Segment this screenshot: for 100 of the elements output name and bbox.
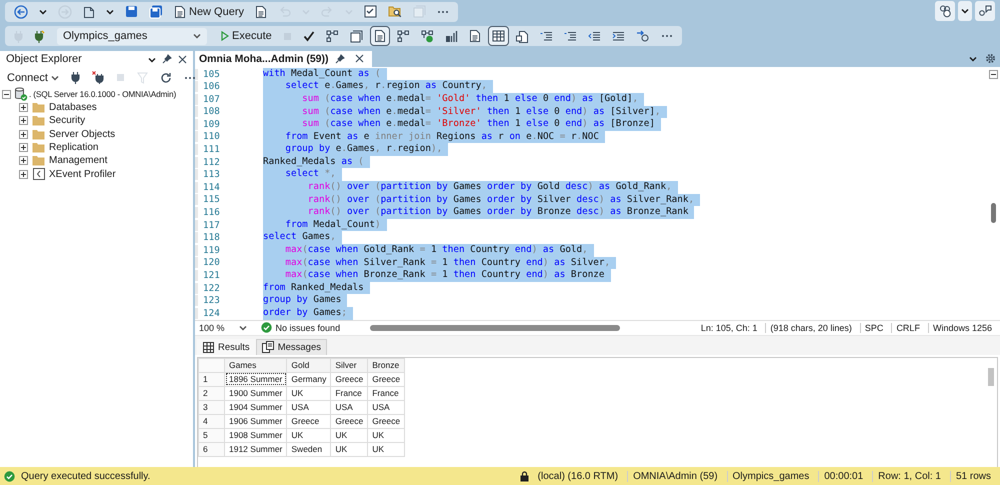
status-field: CRLF — [891, 322, 924, 333]
new-query-button[interactable]: New Query — [171, 2, 248, 21]
lock-icon — [520, 470, 529, 482]
table-cell: France — [368, 386, 405, 400]
status-field: 00:00:01 — [818, 470, 868, 482]
line-number: 120 — [195, 257, 234, 268]
plug-icon — [34, 30, 45, 43]
results-tab[interactable]: Messages — [256, 338, 327, 355]
stop-icon — [116, 73, 125, 82]
save-icon — [125, 5, 138, 18]
document-icon — [255, 4, 268, 19]
line-number: 105 — [195, 68, 234, 80]
tree-item[interactable]: XEvent Profiler — [47, 168, 116, 180]
line-number: 113 — [195, 169, 234, 180]
status-field: (local) (16.0 RTM) — [532, 470, 624, 482]
collapse-icon[interactable] — [2, 90, 11, 99]
folder-icon — [32, 102, 45, 114]
line-number: 109 — [195, 118, 234, 130]
status-field: OMNIA\Admin (59) — [627, 470, 723, 482]
table-cell: 1896 Summer — [224, 372, 287, 386]
table-cell: UK — [368, 428, 405, 442]
caret-icon — [106, 8, 114, 16]
line-number: 106 — [195, 81, 234, 92]
filter-icon — [136, 72, 148, 84]
disconnect-icon — [92, 71, 104, 84]
scrollbar-thumb[interactable] — [370, 324, 620, 331]
settings-icon — [985, 53, 996, 64]
success-icon — [4, 470, 15, 482]
dropdown-button[interactable] — [958, 0, 972, 21]
column-header[interactable]: Gold — [286, 358, 331, 372]
lines-icon — [540, 30, 553, 42]
row-number: 6 — [198, 442, 224, 456]
arrow-icon — [636, 30, 650, 42]
status-field: Olympics_games — [726, 470, 814, 482]
tree-item[interactable]: . (SQL Server 16.0.1000 - OMNIA\Admin) — [28, 89, 176, 100]
folder-icon — [32, 142, 45, 154]
expand-icon[interactable] — [19, 103, 28, 112]
status-field: SPC — [860, 322, 888, 333]
table-cell: 1900 Summer — [224, 386, 287, 400]
line-number: 115 — [195, 194, 234, 206]
line-number: 117 — [195, 220, 234, 231]
folder-icon — [32, 128, 45, 140]
tree-item[interactable]: Replication — [47, 142, 98, 154]
table-cell: 1904 Summer — [224, 400, 287, 414]
close-icon — [178, 54, 187, 64]
toolbar-button[interactable] — [935, 0, 955, 21]
document-icon — [174, 4, 186, 19]
tree-item[interactable]: Security — [47, 115, 86, 126]
caret-icon — [50, 74, 59, 82]
diagram-icon — [420, 30, 434, 43]
table-cell: USA — [286, 400, 331, 414]
column-header[interactable]: Games — [224, 358, 287, 372]
table-cell: UK — [286, 386, 331, 400]
messages-icon — [262, 341, 274, 354]
expand-icon[interactable] — [19, 130, 28, 139]
execute-button[interactable]: Execute — [218, 27, 275, 46]
document-tab[interactable]: Omnia Moha...Admin (59)) — [195, 50, 372, 67]
scrollbar-thumb[interactable] — [988, 368, 994, 386]
back-icon — [14, 4, 28, 19]
status-field: Row: 1, Col: 1 — [872, 470, 946, 482]
toolbar-button[interactable] — [370, 27, 389, 46]
code-editor[interactable] — [195, 66, 1000, 321]
collapse-icon — [988, 70, 998, 79]
users-icon — [938, 4, 952, 18]
expand-icon[interactable] — [19, 143, 28, 152]
outdent-icon — [588, 30, 601, 42]
toolbar-button[interactable] — [488, 27, 508, 46]
tree-item[interactable]: Management — [47, 155, 108, 166]
line-number: 118 — [195, 232, 234, 244]
results-tab[interactable]: Results — [197, 338, 256, 355]
tree-item[interactable]: Databases — [47, 102, 97, 114]
zoom-dropdown[interactable]: 100 % — [199, 322, 247, 333]
checkmark-icon — [302, 30, 315, 42]
database-dropdown[interactable]: Olympics_games — [57, 28, 207, 45]
column-header[interactable]: Silver — [330, 358, 368, 372]
table-cell: Greece — [368, 372, 405, 386]
line-number: 107 — [195, 94, 234, 105]
success-icon — [260, 322, 272, 334]
scrollbar-thumb[interactable] — [990, 202, 996, 223]
refresh-icon — [160, 72, 172, 84]
expand-icon[interactable] — [19, 170, 28, 179]
new-file-icon — [83, 4, 95, 19]
line-number: 110 — [195, 131, 234, 142]
row-number: 1 — [198, 372, 224, 386]
tree-item[interactable]: Server Objects — [47, 128, 116, 140]
database-server-icon — [14, 87, 28, 102]
status-field: Windows 1256 — [928, 322, 996, 333]
connect-button[interactable]: Connect — [4, 68, 62, 87]
panel-title: Object Explorer — [6, 53, 82, 66]
expand-icon[interactable] — [19, 116, 28, 126]
expand-icon[interactable] — [19, 156, 28, 166]
play-icon — [221, 31, 229, 42]
header-cell — [198, 358, 224, 372]
status-field: (918 chars, 20 lines) — [765, 322, 856, 333]
table-cell: France — [330, 386, 368, 400]
toolbar-button[interactable] — [975, 0, 995, 21]
grid-icon — [492, 30, 505, 42]
caret-icon — [148, 56, 156, 64]
table-cell: Greece — [286, 414, 331, 428]
column-header[interactable]: Bronze — [368, 358, 405, 372]
